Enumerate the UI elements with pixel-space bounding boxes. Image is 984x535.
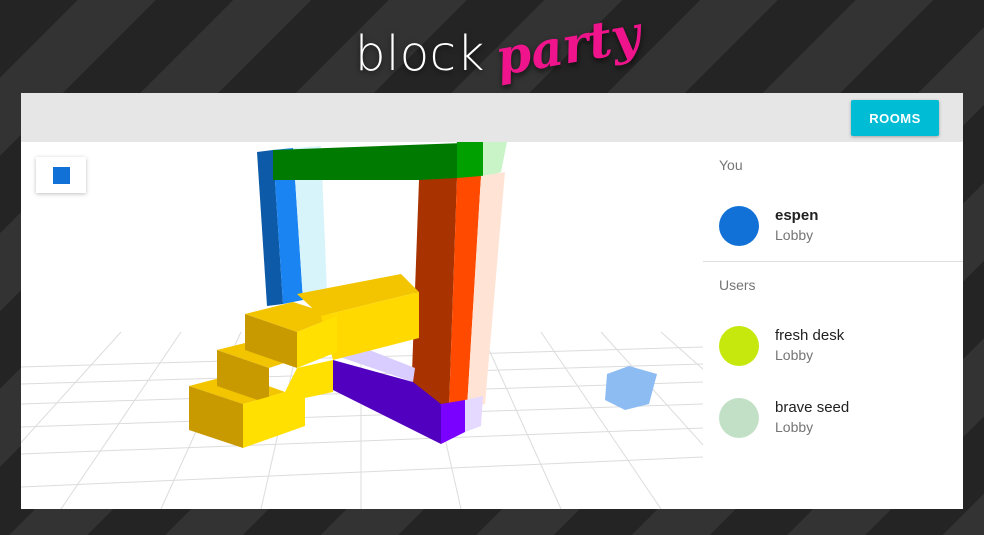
logo-word-party: party — [490, 3, 645, 88]
avatar — [719, 206, 759, 246]
user-name: espen — [775, 207, 819, 224]
user-name: brave seed — [775, 399, 850, 416]
rooms-button[interactable]: ROOMS — [851, 100, 939, 136]
user-room: Lobby — [775, 347, 814, 363]
user-row[interactable]: brave seed Lobby — [703, 390, 963, 446]
color-picker-button[interactable] — [36, 157, 86, 193]
user-name: fresh desk — [775, 327, 845, 344]
app-panel: ROOMS You espen Lobby Users fresh desk L… — [21, 93, 963, 509]
user-row[interactable]: fresh desk Lobby — [703, 318, 963, 374]
user-room: Lobby — [775, 227, 814, 243]
you-section-title: You — [719, 157, 743, 173]
orange-pillar-block — [411, 172, 505, 408]
toolbar: ROOMS — [21, 93, 963, 142]
scene-canvas[interactable] — [21, 142, 703, 509]
user-row-you[interactable]: espen Lobby — [703, 198, 963, 254]
avatar — [719, 326, 759, 366]
user-room: Lobby — [775, 419, 814, 435]
logo-word-block: block — [355, 26, 485, 82]
3d-viewport[interactable] — [21, 142, 703, 509]
user-sidebar: You espen Lobby Users fresh desk Lobby b… — [703, 142, 963, 509]
cursor-preview-block — [605, 366, 657, 410]
divider — [703, 261, 963, 262]
users-section-title: Users — [719, 277, 756, 293]
current-color-swatch — [52, 166, 70, 184]
avatar — [719, 398, 759, 438]
